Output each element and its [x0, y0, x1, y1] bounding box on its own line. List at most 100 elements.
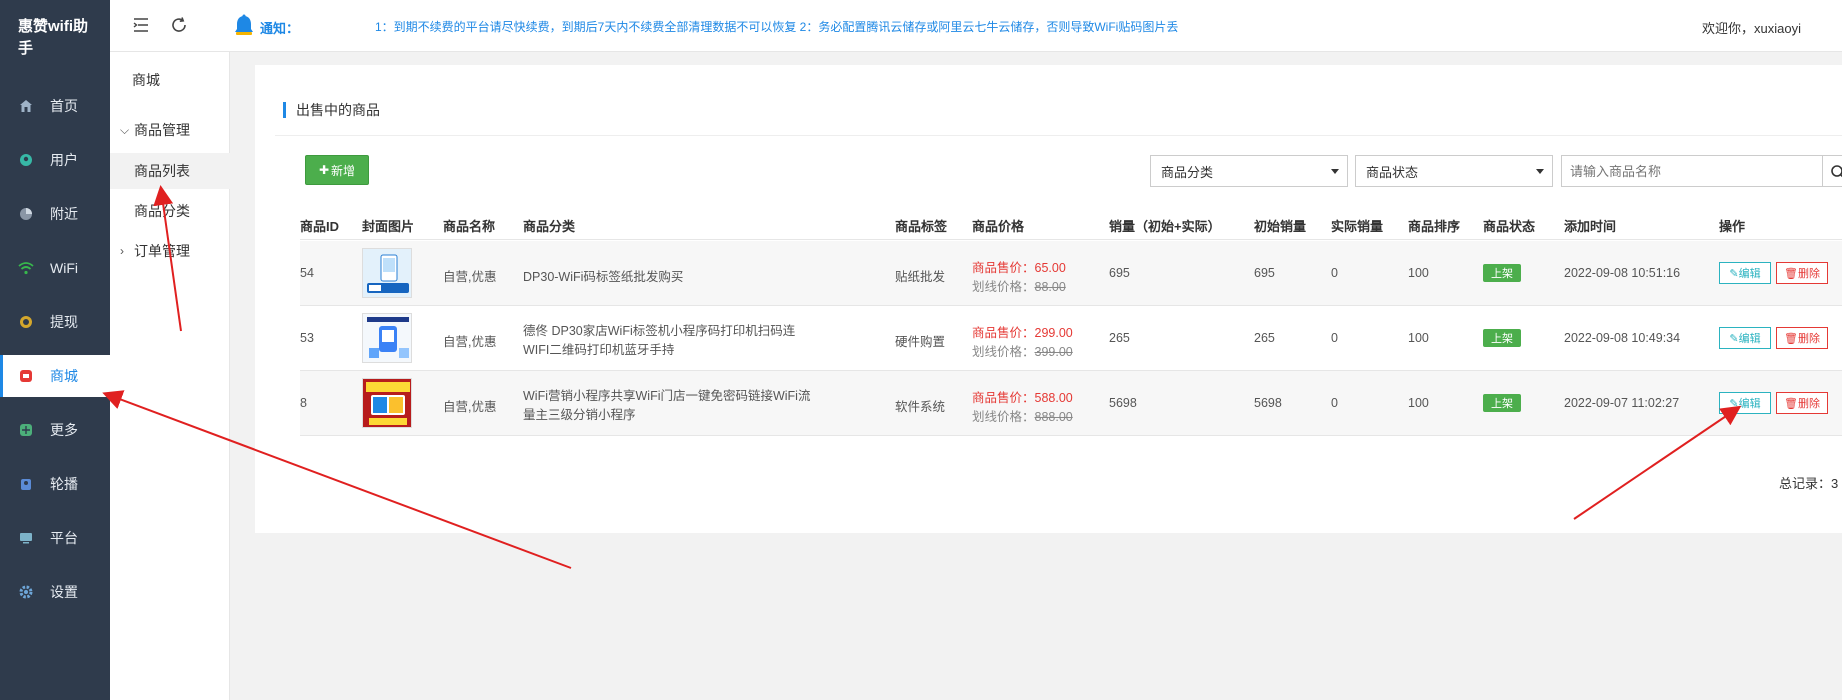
plus-icon: ✚	[318, 163, 330, 177]
content-card: 出售中的商品 ✚ 新增 商品分类 商品状态 商品ID 封面图片 商品名称 商品分…	[255, 65, 1842, 533]
submenu-title: 商城	[132, 72, 160, 88]
sidebar-item-platform[interactable]: 平台	[0, 517, 110, 559]
added-time: 2022-09-07 11:02:27	[1564, 396, 1680, 410]
search-input[interactable]	[1561, 155, 1823, 187]
search-icon	[1831, 165, 1842, 178]
submenu-item-product-category[interactable]: 商品分类	[110, 193, 230, 229]
edit-button[interactable]: ✎ 编辑	[1719, 327, 1771, 349]
actual-sales: 0	[1331, 331, 1338, 345]
product-category: WiFi营销小程序共享WiFi门店一键免密码链接WiFi流	[523, 389, 811, 403]
column-header: 初始销量	[1254, 219, 1307, 234]
product-category-line2: WIFI二维码打印机蓝牙手持	[523, 343, 675, 357]
table-row[interactable]: 8 自营,优惠 WiFi营销小程序共享WiFi门店一键免密码链接WiFi流 量主…	[300, 371, 1842, 436]
product-tag: 硬件购置	[895, 335, 946, 349]
strike-price: 划线价格：88.00	[972, 280, 1066, 294]
sidebar-item-label: 平台	[50, 530, 78, 546]
sidebar-item-settings[interactable]: 设置	[0, 571, 110, 613]
sidebar-item-label: 首页	[50, 98, 78, 114]
column-header: 商品ID	[300, 219, 340, 234]
sidebar-item-carousel[interactable]: 轮播	[0, 463, 110, 505]
edit-button[interactable]: ✎ 编辑	[1719, 262, 1771, 284]
welcome-user[interactable]: 欢迎你，xuxiaoyi	[1702, 18, 1801, 37]
category-filter-select[interactable]: 商品分类	[1150, 155, 1348, 187]
secondary-menu: 商城 ⌵ 商品管理 商品列表 商品分类 › 订单管理	[110, 0, 230, 700]
added-time: 2022-09-08 10:49:34	[1564, 331, 1681, 345]
shop-icon	[18, 368, 34, 384]
coin-icon	[18, 314, 34, 330]
sidebar-item-users[interactable]: 用户	[0, 139, 110, 181]
submenu-item-product-list[interactable]: 商品列表	[110, 153, 230, 189]
sort-order: 100	[1408, 266, 1429, 280]
status-badge: 上架	[1483, 264, 1521, 282]
main-sidebar: 惠赞wifi助手 首页 用户 附近 WiFi 提现 商城 更多 轮播 平台 设置	[0, 0, 110, 700]
column-header: 商品排序	[1408, 219, 1461, 234]
actual-sales: 0	[1331, 266, 1338, 280]
column-header: 商品名称	[443, 219, 496, 234]
initial-sales: 265	[1254, 331, 1275, 345]
column-header: 商品状态	[1483, 219, 1536, 234]
product-name: 自营,优惠	[443, 270, 497, 284]
sidebar-item-label: 商城	[50, 368, 78, 384]
location-icon	[18, 206, 34, 222]
sidebar-item-shop[interactable]: 商城	[0, 355, 110, 397]
product-id: 53	[300, 331, 314, 345]
delete-button[interactable]: 🗑 删除	[1776, 392, 1828, 414]
pencil-icon: ✎	[1729, 267, 1739, 280]
product-category: DP30-WiFi码标签纸批发购买	[523, 270, 684, 284]
sort-order: 100	[1408, 396, 1429, 410]
chevron-down-icon: ⌵	[120, 122, 130, 137]
cover-image[interactable]	[362, 378, 412, 428]
submenu-group-orders[interactable]: › 订单管理	[110, 233, 230, 269]
sale-price: 商品售价：299.00	[972, 326, 1073, 340]
wifi-icon	[18, 260, 34, 276]
actual-sales: 0	[1331, 396, 1338, 410]
column-header: 封面图片	[362, 219, 415, 234]
sidebar-item-label: 更多	[50, 422, 78, 438]
sidebar-item-more[interactable]: 更多	[0, 409, 110, 451]
table-row[interactable]: 53 自营,优惠 德佟 DP30家店WiFi标签机小程序码打印机扫码连 WIFI…	[300, 306, 1842, 371]
search-button[interactable]	[1822, 155, 1842, 187]
sales-total: 265	[1109, 331, 1130, 345]
grid-icon	[18, 422, 34, 438]
divider	[275, 135, 1842, 136]
sidebar-item-label: 用户	[50, 152, 78, 168]
add-product-button[interactable]: ✚ 新增	[305, 155, 369, 185]
sidebar-item-wifi[interactable]: WiFi	[0, 247, 110, 289]
sales-total: 695	[1109, 266, 1130, 280]
carousel-icon	[18, 476, 34, 492]
delete-button[interactable]: 🗑 删除	[1776, 327, 1828, 349]
submenu-group-product[interactable]: ⌵ 商品管理	[110, 112, 230, 148]
sidebar-item-withdraw[interactable]: 提现	[0, 301, 110, 343]
sidebar-item-label: 轮播	[50, 476, 78, 492]
edit-button[interactable]: ✎ 编辑	[1719, 392, 1771, 414]
product-tag: 贴纸批发	[895, 270, 946, 284]
cover-image[interactable]	[362, 248, 412, 298]
home-icon	[18, 98, 34, 114]
gear-icon	[18, 584, 34, 600]
sidebar-item-home[interactable]: 首页	[0, 85, 110, 127]
notice-marquee: 1：到期不续费的平台请尽快续费，到期后7天内不续费全部清理数据不可以恢复 2：务…	[375, 20, 1179, 34]
strike-price: 划线价格：399.00	[972, 345, 1073, 359]
total-records: 总记录：3	[1779, 476, 1839, 491]
sale-price: 商品售价：65.00	[972, 261, 1066, 275]
column-header: 销量（初始+实际）	[1109, 219, 1221, 234]
table-row[interactable]: 54 自营,优惠 DP30-WiFi码标签纸批发购买 贴纸批发 商品售价：65.…	[300, 241, 1842, 306]
product-id: 8	[300, 396, 307, 410]
menu-toggle-icon[interactable]	[132, 16, 152, 36]
sidebar-item-label: WiFi	[50, 260, 78, 276]
refresh-icon[interactable]	[170, 16, 190, 36]
product-category-line2: 量主三级分销小程序	[523, 408, 636, 422]
caret-down-icon	[1536, 169, 1544, 174]
trash-icon: 🗑	[1784, 267, 1798, 280]
delete-button[interactable]: 🗑 删除	[1776, 262, 1828, 284]
column-header: 商品标签	[895, 219, 948, 234]
caret-down-icon	[1331, 169, 1339, 174]
strike-price: 划线价格：888.00	[972, 410, 1073, 424]
column-header: 添加时间	[1564, 219, 1617, 234]
sidebar-item-nearby[interactable]: 附近	[0, 193, 110, 235]
status-filter-select[interactable]: 商品状态	[1355, 155, 1553, 187]
table-header: 商品ID 封面图片 商品名称 商品分类 商品标签 商品价格 销量（初始+实际） …	[300, 208, 1842, 240]
page-title: 出售中的商品	[283, 102, 380, 118]
trash-icon: 🗑	[1784, 332, 1798, 345]
cover-image[interactable]	[362, 313, 412, 363]
